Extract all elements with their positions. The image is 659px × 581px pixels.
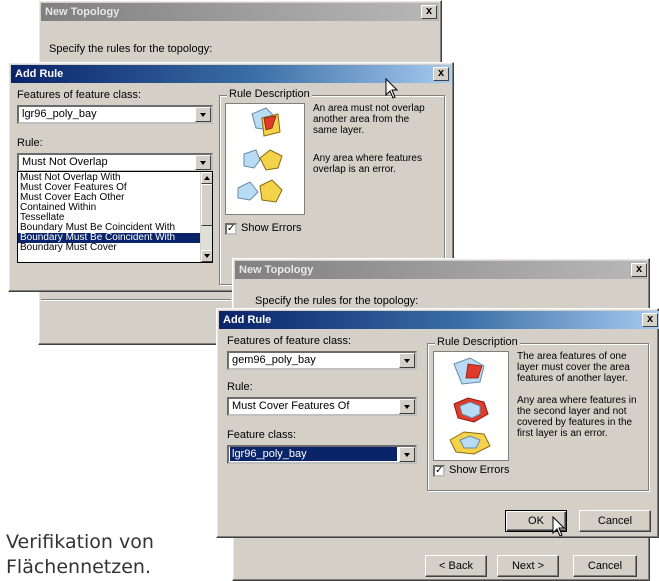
rule-select[interactable]: Must Cover Features Of [227,397,417,416]
close-button[interactable]: x [631,263,647,277]
topology-instruction: Specify the rules for the topology: [255,295,419,307]
next-button[interactable]: Next > [497,555,559,577]
divider [41,299,231,301]
caption-line-1: Verifikation von [6,531,154,553]
feature-class-label: Features of feature class: [17,89,142,101]
chevron-down-icon[interactable] [399,353,415,368]
close-icon: x [437,67,445,79]
chevron-down-icon[interactable] [399,399,415,414]
feature-class-select[interactable]: gem96_poly_bay [227,351,417,370]
rule-description-text-2: Any area where features in the second la… [517,395,637,439]
rule-dropdown-list[interactable]: Must Not Overlap With Must Cover Features… [17,171,213,263]
dialog-title: New Topology [45,6,120,18]
close-button[interactable]: x [421,5,437,19]
dialog-title: Add Rule [15,68,64,80]
close-icon: x [646,313,654,325]
add-rule-dialog-2: Add Rule x Features of feature class: ge… [216,308,659,538]
cancel-button[interactable]: Cancel [579,510,651,532]
close-icon: x [425,5,433,17]
dialog-title: New Topology [239,264,314,276]
rule-illustration [433,351,509,461]
rule-description-text-1: The area features of one layer must cove… [517,351,630,384]
chevron-down-icon[interactable] [399,447,415,462]
feature-class-label: Features of feature class: [227,335,352,347]
overlap-polygons-icon [237,107,283,203]
rule-option[interactable]: Boundary Must Cover [18,243,200,253]
caption-line-2: Flächennetzen. [6,556,151,578]
cancel-button[interactable]: Cancel [573,555,637,577]
back-button[interactable]: < Back [425,555,487,577]
feature-class-2-select[interactable]: lgr96_poly_bay [227,445,417,464]
rule-description-title: Rule Description [227,88,312,100]
feature-class-select[interactable]: lgr96_poly_bay [17,105,213,124]
rule-label: Rule: [227,381,253,393]
cover-polygons-icon [449,357,491,455]
close-button[interactable]: x [642,313,658,327]
feature-class-2-label: Feature class: [227,429,297,441]
feature-class-value: lgr96_poly_bay [22,108,97,120]
topology-instruction: Specify the rules for the topology: [49,43,213,55]
rule-value: Must Cover Features Of [232,400,350,412]
mouse-cursor-icon [385,78,399,99]
title-bar[interactable]: New Topology [235,261,647,279]
chevron-down-icon[interactable] [195,155,211,170]
rule-description-text-1: An area must not overlap another area fr… [313,103,425,136]
rule-description-title: Rule Description [435,336,520,348]
close-button[interactable]: x [433,67,449,81]
rule-select[interactable]: Must Not Overlap [17,153,213,172]
show-errors-checkbox[interactable]: ✓ [433,465,445,477]
title-bar[interactable]: New Topology [41,3,439,21]
scrollbar[interactable] [200,172,212,262]
scroll-thumb[interactable] [201,184,212,226]
dialog-title: Add Rule [223,314,272,326]
title-bar[interactable]: Add Rule [219,311,659,329]
rule-illustration [225,103,305,215]
close-icon: x [635,263,643,275]
show-errors-checkbox[interactable]: ✓ [225,223,237,235]
show-errors-label: Show Errors [241,222,302,234]
show-errors-label: Show Errors [449,464,510,476]
rule-label: Rule: [17,137,43,149]
scroll-down-button[interactable] [201,250,212,262]
rule-description-text-2: Any area where features overlap is an er… [313,153,422,175]
scroll-up-button[interactable] [201,172,212,184]
rule-value: Must Not Overlap [22,156,108,168]
feature-class-value: gem96_poly_bay [232,354,316,366]
caption: Verifikation von Flächennetzen. [6,530,154,580]
mouse-cursor-icon [552,516,566,537]
feature-class-2-value: lgr96_poly_bay [230,447,397,461]
chevron-down-icon[interactable] [195,107,211,122]
